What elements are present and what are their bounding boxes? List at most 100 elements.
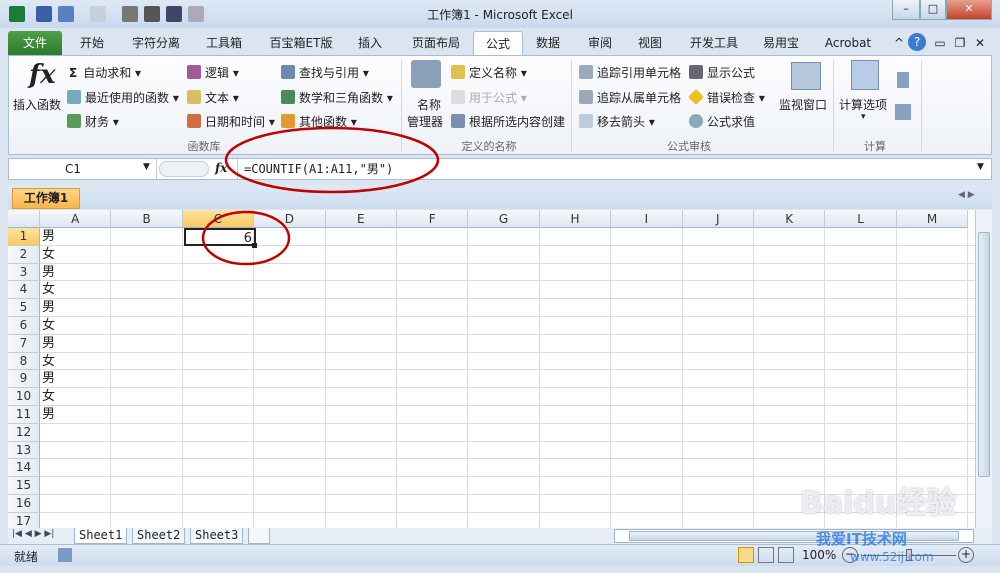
row-header-10[interactable]: 10 bbox=[8, 388, 40, 406]
sheet-tab-2[interactable]: Sheet2 bbox=[132, 528, 186, 544]
sheet-tab-1[interactable]: Sheet1 bbox=[74, 528, 128, 544]
normal-view-icon[interactable] bbox=[738, 547, 754, 563]
wb-close-icon[interactable]: ✕ bbox=[972, 31, 988, 55]
row-header-3[interactable]: 3 bbox=[8, 263, 40, 282]
column-header-j[interactable]: J bbox=[682, 210, 754, 228]
cell-a9[interactable]: 男 bbox=[40, 370, 111, 388]
fill-handle[interactable] bbox=[252, 243, 257, 248]
minimize-button[interactable]: – bbox=[892, 0, 920, 20]
row-header-15[interactable]: 15 bbox=[8, 477, 40, 495]
formula-bar-toggle[interactable] bbox=[159, 161, 209, 177]
cell-a8[interactable]: 女 bbox=[40, 353, 111, 371]
vertical-scrollbar[interactable] bbox=[975, 210, 992, 528]
remove-arrows-button[interactable]: 移去箭头 ▾ bbox=[579, 113, 655, 130]
tab-data[interactable]: 数据 bbox=[528, 31, 568, 55]
sheet-nav-arrows[interactable]: |◀ ◀ ▶ ▶| bbox=[12, 529, 54, 539]
cell-a2[interactable]: 女 bbox=[40, 246, 111, 264]
cell-a3[interactable]: 男 bbox=[40, 264, 111, 282]
row-header-11[interactable]: 11 bbox=[8, 406, 40, 424]
insert-function-button[interactable]: 插入函数 bbox=[13, 96, 61, 113]
cell-c1[interactable]: 6 bbox=[184, 228, 256, 246]
maximize-button[interactable]: □ bbox=[920, 0, 946, 20]
row-header-5[interactable]: 5 bbox=[8, 299, 40, 317]
text-button[interactable]: 文本 ▾ bbox=[187, 89, 239, 106]
row-header-8[interactable]: 8 bbox=[8, 352, 40, 371]
tab-toolbox[interactable]: 工具箱 bbox=[198, 31, 250, 55]
watch-window-button[interactable]: 监视窗口 bbox=[779, 96, 827, 113]
help-icon[interactable]: ? bbox=[908, 33, 926, 51]
row-header-17[interactable]: 17 bbox=[8, 512, 40, 528]
row-header-7[interactable]: 7 bbox=[8, 334, 40, 353]
tab-page-layout[interactable]: 页面布局 bbox=[404, 31, 468, 55]
collapse-ribbon-icon[interactable]: ^ bbox=[892, 31, 906, 55]
column-header-h[interactable]: H bbox=[539, 210, 612, 228]
name-box[interactable]: C1 bbox=[9, 159, 157, 179]
tab-acrobat[interactable]: Acrobat bbox=[816, 31, 880, 55]
workbook-tab[interactable]: 工作簿1 bbox=[12, 188, 80, 209]
use-in-formula-button[interactable]: 用于公式 ▾ bbox=[451, 89, 527, 106]
vertical-scroll-thumb[interactable] bbox=[978, 232, 990, 477]
math-trig-button[interactable]: 数学和三角函数 ▾ bbox=[281, 89, 393, 106]
macro-record-icon[interactable] bbox=[58, 548, 72, 562]
column-header-f[interactable]: F bbox=[397, 210, 469, 228]
cell-a10[interactable]: 女 bbox=[40, 388, 111, 406]
evaluate-formula-button[interactable]: 公式求值 bbox=[689, 113, 755, 130]
expand-formula-bar-icon[interactable]: ▼ bbox=[977, 162, 984, 172]
row-header-1[interactable]: 1 bbox=[8, 228, 40, 246]
create-from-selection-button[interactable]: 根据所选内容创建 bbox=[451, 113, 565, 130]
name-manager-label-2[interactable]: 管理器 bbox=[407, 113, 443, 130]
horizontal-scroll-thumb[interactable] bbox=[629, 531, 959, 541]
calc-options-button[interactable]: 计算选项 bbox=[839, 96, 887, 113]
financial-button[interactable]: 财务 ▾ bbox=[67, 113, 119, 130]
calculate-sheet-icon[interactable] bbox=[895, 104, 911, 120]
row-header-13[interactable]: 13 bbox=[8, 441, 40, 460]
insert-sheet-icon[interactable] bbox=[248, 528, 270, 544]
cell-a11[interactable]: 男 bbox=[40, 406, 111, 424]
column-header-c[interactable]: C bbox=[182, 210, 255, 228]
date-time-button[interactable]: 日期和时间 ▾ bbox=[187, 113, 275, 130]
tab-review[interactable]: 审阅 bbox=[580, 31, 620, 55]
page-break-view-icon[interactable] bbox=[778, 547, 794, 563]
row-header-2[interactable]: 2 bbox=[8, 245, 40, 264]
horizontal-scrollbar[interactable] bbox=[614, 529, 974, 543]
tab-insert[interactable]: 插入 bbox=[350, 31, 390, 55]
cell-a1[interactable]: 男 bbox=[40, 228, 111, 246]
tab-scroll-icons[interactable]: ◀ ▶ bbox=[958, 190, 975, 200]
trace-dependents-button[interactable]: 追踪从属单元格 bbox=[579, 89, 681, 106]
tab-developer[interactable]: 开发工具 bbox=[682, 31, 746, 55]
wb-restore-icon[interactable]: ❐ bbox=[952, 31, 968, 55]
close-button[interactable]: ✕ bbox=[946, 0, 992, 20]
tab-formulas[interactable]: 公式 bbox=[473, 31, 523, 55]
name-box-dropdown-icon[interactable]: ▼ bbox=[143, 162, 150, 172]
tab-yiyongbao[interactable]: 易用宝 bbox=[756, 31, 806, 55]
logical-button[interactable]: 逻辑 ▾ bbox=[187, 64, 239, 81]
sheet-tab-3[interactable]: Sheet3 bbox=[190, 528, 244, 544]
calc-options-dropdown-icon[interactable]: ▾ bbox=[861, 112, 866, 122]
column-header-k[interactable]: K bbox=[754, 210, 826, 228]
column-header-l[interactable]: L bbox=[825, 210, 897, 228]
page-layout-view-icon[interactable] bbox=[758, 547, 774, 563]
row-header-4[interactable]: 4 bbox=[8, 281, 40, 300]
row-header-6[interactable]: 6 bbox=[8, 317, 40, 335]
wb-minimize-icon[interactable]: ▭ bbox=[932, 31, 948, 55]
cell-a7[interactable]: 男 bbox=[40, 335, 111, 353]
cell-a5[interactable]: 男 bbox=[40, 299, 111, 317]
more-functions-button[interactable]: 其他函数 ▾ bbox=[281, 113, 357, 130]
row-header-14[interactable]: 14 bbox=[8, 459, 40, 478]
column-header-i[interactable]: I bbox=[611, 210, 683, 228]
show-formulas-button[interactable]: 显示公式 bbox=[689, 64, 755, 81]
row-header-16[interactable]: 16 bbox=[8, 495, 40, 513]
cell-a4[interactable]: 女 bbox=[40, 281, 111, 299]
column-header-g[interactable]: G bbox=[468, 210, 540, 228]
calculate-now-icon[interactable] bbox=[897, 72, 909, 88]
column-header-d[interactable]: D bbox=[254, 210, 326, 228]
column-header-a[interactable]: A bbox=[40, 210, 112, 228]
error-checking-button[interactable]: 错误检查 ▾ bbox=[688, 89, 765, 106]
name-manager-label-1[interactable]: 名称 bbox=[417, 96, 441, 113]
tab-file[interactable]: 文件 bbox=[8, 31, 62, 55]
insert-function-icon[interactable]: fx bbox=[215, 161, 227, 175]
zoom-in-button[interactable]: + bbox=[958, 547, 974, 563]
column-header-b[interactable]: B bbox=[111, 210, 183, 228]
trace-precedents-button[interactable]: 追踪引用单元格 bbox=[579, 64, 681, 81]
tab-view[interactable]: 视图 bbox=[630, 31, 670, 55]
